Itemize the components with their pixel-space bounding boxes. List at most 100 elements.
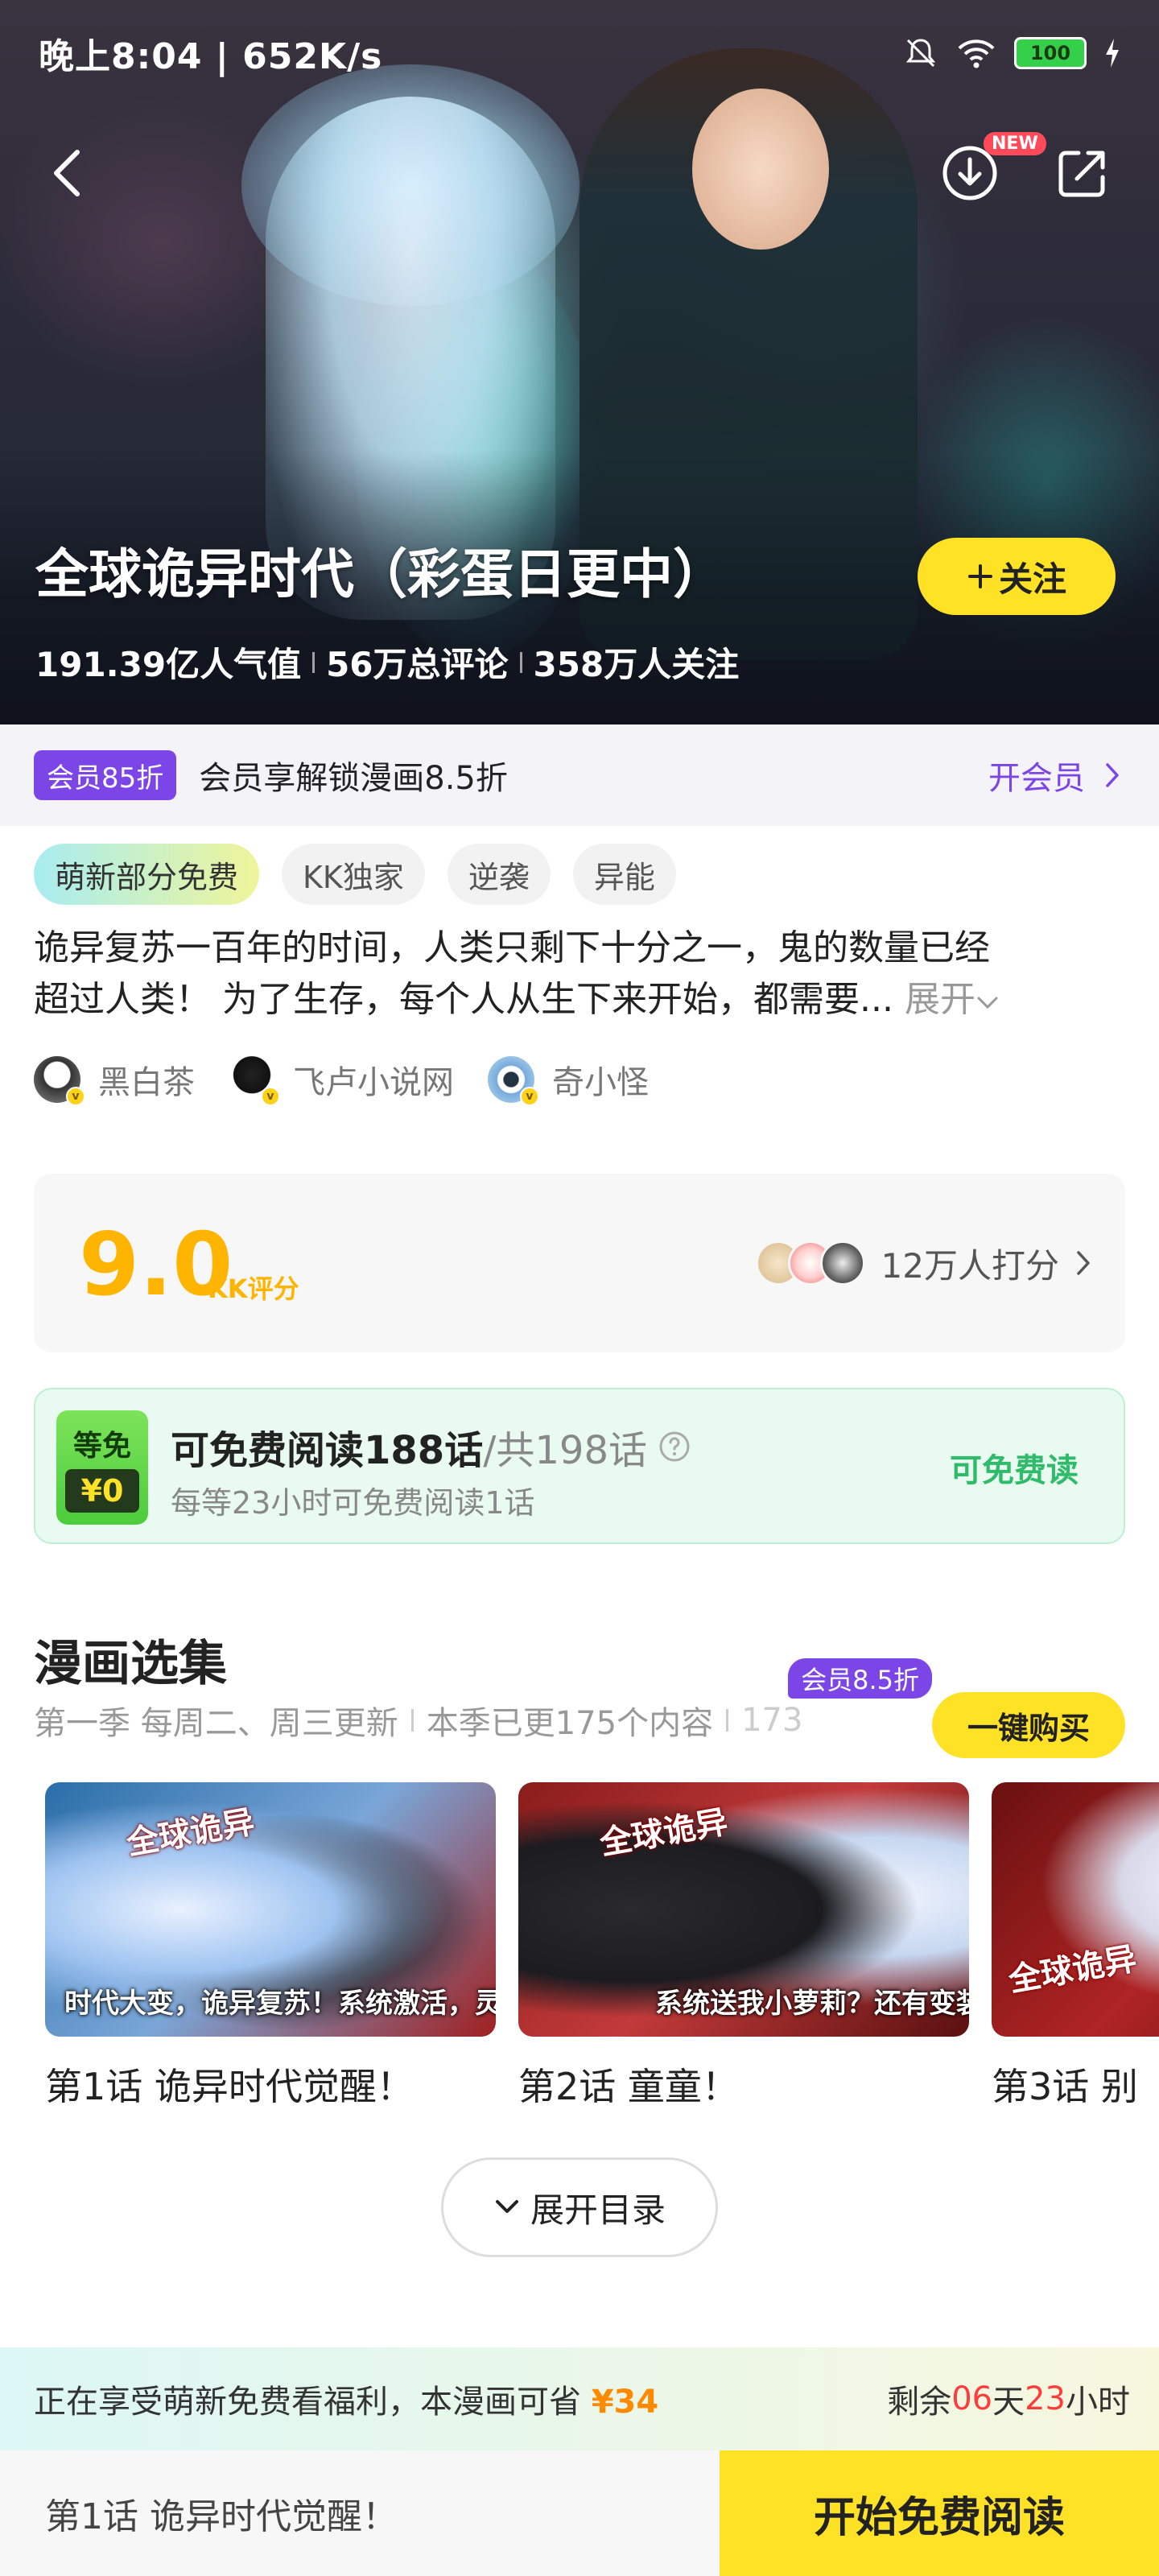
comments-stat: 56万总评论 (326, 645, 509, 684)
cover-art-boy-face (692, 89, 829, 250)
rating-card[interactable]: 9.0 KK评分 12万人打分 (34, 1174, 1125, 1352)
wait-free-badge: 等免 ¥0 (56, 1410, 148, 1525)
expand-label: 展开 (904, 979, 975, 1020)
episode-card[interactable]: 全球诡异 第3话 别 (992, 1782, 1159, 2111)
episode-caption: 系统送我小萝莉？还有变装第二形态？ (655, 1988, 969, 2020)
episode-title: 第1话 诡异时代觉醒！ (45, 2065, 414, 2108)
stat-divider (312, 651, 316, 673)
followers-stat: 358万人关注 (533, 645, 740, 684)
charging-icon (1106, 39, 1119, 68)
author-item[interactable]: v 奇小怪 (488, 1056, 649, 1106)
bottom-action-bar: 第1话 诡异时代觉醒！ 开始免费阅读 (0, 2450, 1159, 2576)
author-item[interactable]: v 飞卢小说网 (229, 1056, 454, 1106)
free-read-action[interactable]: 可免费读 (950, 1389, 1079, 1546)
help-icon[interactable] (658, 1430, 691, 1463)
rating-label: KK评分 (208, 1274, 299, 1304)
authors-row: v 黑白茶 v 飞卢小说网 v 奇小怪 (34, 1056, 649, 1106)
mute-bell-icon (905, 39, 936, 68)
episode-logo: 全球诡异 (1005, 1940, 1140, 2000)
status-bar: 晚上8:04 | 652K/s 100 (39, 29, 1120, 77)
wait-free-rule: 每等23小时可免费阅读1话 (171, 1485, 535, 1521)
episode-cover: 全球诡异 系统送我小萝莉？还有变装第二形态？ (518, 1782, 969, 2037)
wait-free-card[interactable]: 等免 ¥0 可免费阅读188话 /共198话 每等23小时可免费阅读1话 可免费… (34, 1388, 1125, 1544)
follow-button[interactable]: 关注 (918, 538, 1116, 615)
episode-logo: 全球诡异 (123, 1803, 258, 1863)
comic-detail-page: 晚上8:04 | 652K/s 100 NEW 全球诡异时代（彩蛋日更中） 关注… (0, 0, 1159, 2576)
episodes-section-title: 漫画选集 (34, 1636, 227, 1692)
episode-cover: 全球诡异 时代大变，诡异复苏！系统激活，灵体觉醒！ (45, 1782, 496, 2037)
author-item[interactable]: v 黑白茶 (34, 1056, 195, 1106)
tag-superpower[interactable]: 异能 (572, 844, 676, 905)
back-arrow-icon (54, 150, 80, 196)
season-extra: 173 (741, 1702, 803, 1739)
author-avatar: v (229, 1056, 280, 1106)
author-name: 黑白茶 (98, 1064, 195, 1101)
stat-divider (519, 651, 522, 673)
open-vip-label: 开会员 (988, 760, 1085, 797)
new-badge: NEW (984, 132, 1046, 155)
author-name: 奇小怪 (552, 1064, 649, 1101)
vip-promo-bar[interactable]: 会员85折 会员享解锁漫画8.5折 开会员 (0, 724, 1159, 826)
author-avatar: v (488, 1056, 539, 1106)
comic-title: 全球诡异时代（彩蛋日更中） (35, 543, 726, 605)
raters-link[interactable]: 12万人打分 (755, 1174, 1091, 1352)
chevron-down-icon (495, 2200, 518, 2213)
current-episode-link[interactable]: 第1话 诡异时代觉醒！ (45, 2450, 398, 2576)
back-button[interactable] (32, 137, 105, 209)
episode-carousel[interactable]: 全球诡异 时代大变，诡异复苏！系统激活，灵体觉醒！ 第1话 诡异时代觉醒！ 全球… (45, 1782, 1159, 2111)
expand-toc-label: 展开目录 (530, 2190, 666, 2230)
countdown-hours: 23 (1025, 2380, 1066, 2417)
total-episodes: /共198话 (483, 1428, 647, 1473)
verified-icon: v (520, 1087, 539, 1106)
avatar (819, 1241, 865, 1286)
season-schedule: 第一季 每周二、周三更新 (34, 1705, 398, 1742)
share-icon (1058, 151, 1105, 197)
tag-counterattack[interactable]: 逆袭 (447, 844, 551, 905)
episode-card[interactable]: 全球诡异 时代大变，诡异复苏！系统激活，灵体觉醒！ 第1话 诡异时代觉醒！ (45, 1782, 496, 2111)
newbie-benefit-bar: 正在享受萌新免费看福利，本漫画可省 ¥34 剩余 06 天 23 小时 (0, 2347, 1159, 2450)
genre-tags: 萌新部分免费 KK独家 逆袭 异能 (34, 844, 676, 905)
chevron-right-icon (1106, 763, 1119, 787)
hero-cover: 晚上8:04 | 652K/s 100 NEW 全球诡异时代（彩蛋日更中） 关注… (0, 0, 1159, 724)
status-time: 晚上8:04 | 652K/s (39, 36, 383, 77)
open-vip-link[interactable]: 开会员 (988, 724, 1120, 826)
tag-newbie-free[interactable]: 萌新部分免费 (34, 844, 260, 905)
countdown-days-unit: 天 (992, 2384, 1025, 2421)
episode-cover: 全球诡异 (992, 1782, 1159, 2037)
benefit-description: 正在享受萌新免费看福利，本漫画可省 (34, 2384, 581, 2421)
bulk-buy-button[interactable]: 一键购买 (932, 1692, 1125, 1758)
free-episodes-info: 可免费阅读188话 /共198话 (171, 1418, 691, 1475)
wait-free-badge-top: 等免 (72, 1430, 131, 1463)
countdown-days: 06 (951, 2380, 993, 2417)
verified-icon: v (261, 1087, 280, 1106)
expand-toc-button[interactable]: 展开目录 (441, 2157, 718, 2257)
description-line-2-text: 超过人类！ 为了生存，每个人从生下来开始，都需要... (34, 979, 893, 1020)
chevron-down-icon (977, 997, 998, 1009)
status-icons: 100 (903, 35, 1120, 71)
episode-caption: 时代大变，诡异复苏！系统激活，灵体觉醒！ (64, 1988, 496, 2020)
comic-description[interactable]: 诡异复苏一百年的时间，人类只剩下十分之一，鬼的数量已经 超过人类！ 为了生存，每… (34, 923, 1125, 1026)
author-name: 飞卢小说网 (293, 1064, 454, 1101)
hero-stats: 191.39亿人气值 56万总评论 358万人关注 (35, 638, 739, 687)
raters-count: 12万人打分 (881, 1245, 1059, 1286)
episode-logo: 全球诡异 (596, 1803, 731, 1863)
benefit-countdown: 剩余 06 天 23 小时 (887, 2347, 1130, 2450)
benefit-text: 正在享受萌新免费看福利，本漫画可省 ¥34 (34, 2376, 658, 2422)
follow-label: 关注 (998, 559, 1066, 599)
wifi-icon (958, 39, 995, 68)
tag-kk-exclusive[interactable]: KK独家 (282, 844, 425, 905)
free-episodes-count: 可免费阅读188话 (171, 1428, 484, 1473)
countdown-prefix: 剩余 (887, 2384, 952, 2421)
season-info[interactable]: 第一季 每周二、周三更新 本季已更175个内容 173 (34, 1697, 887, 1744)
start-free-reading-button[interactable]: 开始免费阅读 (720, 2450, 1159, 2576)
plus-icon (967, 564, 992, 588)
divider (726, 1709, 729, 1732)
popularity-stat: 191.39亿人气值 (35, 645, 302, 684)
vip-discount-badge: 会员8.5折 (788, 1658, 932, 1699)
countdown-hours-unit: 小时 (1066, 2384, 1130, 2421)
expand-description-link[interactable]: 展开 (905, 979, 1000, 1020)
episode-title: 第3话 别 (992, 2065, 1138, 2108)
vip-promo-text: 会员享解锁漫画8.5折 (199, 760, 508, 797)
episode-card[interactable]: 全球诡异 系统送我小萝莉？还有变装第二形态？ 第2话 童童！ (518, 1782, 969, 2111)
share-button[interactable] (1046, 137, 1119, 209)
